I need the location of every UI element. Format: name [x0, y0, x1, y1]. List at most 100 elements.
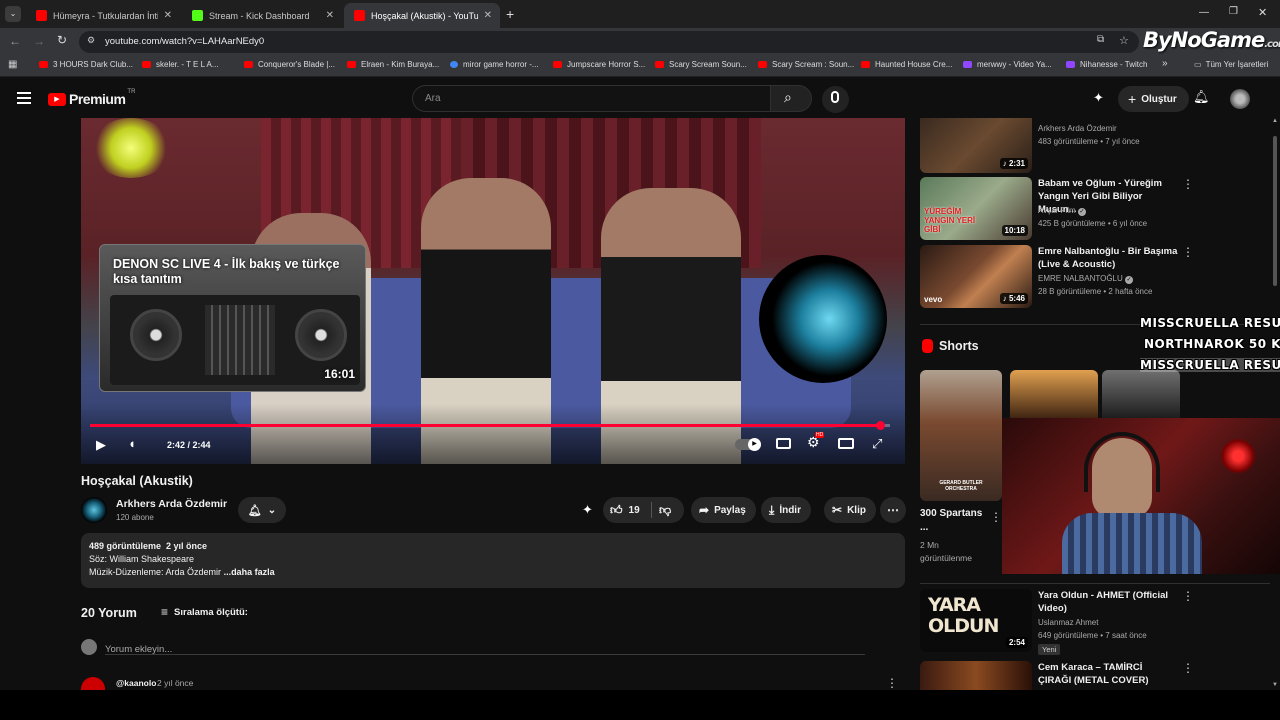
- video-options-icon[interactable]: ⋮: [1182, 177, 1194, 191]
- comment-author[interactable]: @kaanolo: [116, 678, 156, 688]
- browser-toolbar: ← → ↻ ⚙ youtube.com/watch?v=LAHAarNEdy0 …: [0, 28, 1280, 56]
- settings-gear-icon[interactable]: ⚙ HD: [807, 432, 825, 451]
- bookmark-star-icon[interactable]: ☆: [1119, 34, 1129, 47]
- scroll-down-arrow-icon[interactable]: ▼: [1272, 682, 1278, 688]
- close-tab-icon[interactable]: ✕: [326, 10, 334, 21]
- bookmark-item[interactable]: merwwy - Video Ya...: [963, 60, 1052, 69]
- minimize-window-icon[interactable]: —: [1199, 7, 1209, 18]
- subscribe-bell-button[interactable]: 🔔︎ ⌄: [238, 497, 286, 523]
- subtitles-icon[interactable]: [776, 438, 791, 449]
- bookmark-item[interactable]: Jumpscare Horror S...: [553, 60, 645, 69]
- volume-icon[interactable]: ◖: [128, 436, 136, 451]
- install-app-icon[interactable]: ⧉: [1097, 34, 1104, 45]
- show-more-link[interactable]: ...daha fazla: [224, 567, 275, 577]
- apps-grid-icon[interactable]: ▦: [8, 59, 17, 70]
- new-badge: Yeni: [1038, 644, 1061, 655]
- bookmark-item[interactable]: skeler. - T E L A...: [142, 60, 219, 69]
- comment-options-icon[interactable]: ⋮: [886, 676, 898, 690]
- bookmark-item[interactable]: Elraen - Kim Buraya...: [347, 60, 439, 69]
- bookmark-item[interactable]: miror game horror -...: [450, 60, 539, 69]
- close-tab-icon[interactable]: ✕: [484, 10, 492, 21]
- fullscreen-icon[interactable]: ⤢: [872, 436, 882, 452]
- more-actions-button[interactable]: ⋯: [880, 497, 906, 523]
- scroll-up-arrow-icon[interactable]: ▲: [1272, 118, 1278, 124]
- scissors-icon: ✂: [832, 503, 843, 517]
- stream-alert-2: NORTHNAROK 50 KICKS: [1144, 337, 1280, 351]
- video-duration: ♪ 2:31: [999, 158, 1028, 169]
- more-bookmarks-chevron[interactable]: »: [1162, 58, 1168, 69]
- play-button[interactable]: ▶: [96, 437, 106, 453]
- bookmark-item[interactable]: Nihanesse - Twitch: [1066, 60, 1147, 69]
- clip-button[interactable]: ✂ Klip: [824, 497, 876, 523]
- related-video[interactable]: ♪ 2:31 Arkhers Arda Özdemir 483 görüntül…: [920, 118, 1280, 174]
- address-field[interactable]: ⚙ youtube.com/watch?v=LAHAarNEdy0 ⧉ ☆: [79, 31, 1139, 53]
- video-player[interactable]: DENON SC LIVE 4 - İlk bakış ve türkçe kı…: [81, 118, 905, 464]
- share-button[interactable]: ➦ Paylaş: [691, 497, 756, 523]
- tab-title: Stream - Kick Dashboard: [209, 10, 310, 21]
- new-tab-button[interactable]: +: [506, 6, 514, 22]
- youtube-logo[interactable]: ▶ Premium TR: [48, 89, 135, 107]
- site-info-icon[interactable]: ⚙: [87, 35, 95, 46]
- account-avatar[interactable]: [1230, 89, 1250, 109]
- bookmark-item[interactable]: 3 HOURS Dark Club...: [39, 60, 133, 69]
- endscreen-channel-avatar[interactable]: [759, 255, 887, 383]
- bookmark-item[interactable]: Conqueror's Blade |...: [244, 60, 335, 69]
- bookmarks-bar: ▦ 3 HOURS Dark Club... skeler. - T E L A…: [0, 56, 1280, 77]
- short-card[interactable]: GERARD BUTLER ORCHESTRA 300 Spartans ...…: [920, 370, 1002, 570]
- video-options-icon[interactable]: ⋮: [1182, 589, 1194, 603]
- browser-tab[interactable]: Hümeyra - Tutkulardan İntihar ✕: [26, 3, 180, 28]
- voice-search-button[interactable]: [822, 86, 849, 113]
- reload-icon[interactable]: ↻: [57, 33, 67, 47]
- tab-search-dropdown[interactable]: ⌄: [5, 6, 21, 22]
- scrollbar-thumb[interactable]: [1273, 136, 1277, 286]
- related-video[interactable]: YÜREĞİM YANGIN YERİ GİBİ 10:18 Babam ve …: [920, 177, 1280, 241]
- download-button[interactable]: ⤓ İndir: [761, 497, 811, 523]
- all-bookmarks-folder[interactable]: ▭ Tüm Yer İşaretleri: [1194, 60, 1268, 69]
- share-arrow-icon: ➦: [699, 503, 710, 517]
- progress-bar[interactable]: [90, 421, 890, 430]
- channel-name[interactable]: Arkhers Arda Özdemir: [116, 498, 227, 510]
- sort-button[interactable]: ≡ Sıralama ölçütü:: [161, 605, 248, 619]
- browser-tab[interactable]: Stream - Kick Dashboard ✕: [182, 3, 342, 28]
- vevo-logo: vevo: [924, 295, 943, 304]
- like-button[interactable]: 👍︎ 19: [610, 503, 640, 518]
- bookmark-item[interactable]: Scary Scream : Soun...: [758, 60, 854, 69]
- notifications-bell-icon[interactable]: 🔔︎: [1193, 89, 1210, 105]
- hd-badge: HD: [815, 432, 825, 438]
- related-video[interactable]: YARA OLDUN 2:54 Yara Oldun - AHMET (Offi…: [920, 589, 1280, 655]
- browser-tab-active[interactable]: Hoşçakal (Akustik) - YouTube ✕: [344, 3, 500, 28]
- description-box[interactable]: 489 görüntüleme 2 yıl önce Söz: William …: [81, 533, 905, 588]
- premium-badge-icon[interactable]: ✦: [1093, 90, 1104, 106]
- channel-avatar[interactable]: [81, 497, 107, 523]
- close-tab-icon[interactable]: ✕: [164, 10, 172, 21]
- back-icon[interactable]: ←: [9, 34, 21, 48]
- bookmark-item[interactable]: Haunted House Cre...: [861, 60, 952, 69]
- theater-mode-icon[interactable]: [838, 438, 854, 449]
- video-options-icon[interactable]: ⋮: [1182, 245, 1194, 259]
- short-thumbnail-2[interactable]: [1010, 370, 1098, 420]
- page-scrollbar[interactable]: ▲ ▼: [1272, 118, 1278, 688]
- search-button[interactable]: ⌕: [770, 85, 812, 112]
- endscreen-video-card[interactable]: DENON SC LIVE 4 - İlk bakış ve türkçe kı…: [99, 244, 366, 392]
- video-options-icon[interactable]: ⋮: [1182, 661, 1194, 675]
- short-thumbnail-3[interactable]: [1102, 370, 1180, 420]
- short-options-icon[interactable]: ⋮: [990, 510, 1002, 524]
- restore-window-icon[interactable]: ❐: [1229, 6, 1238, 17]
- short-thumbnail-caption: GERARD BUTLER ORCHESTRA: [939, 480, 983, 492]
- close-window-icon[interactable]: ✕: [1258, 6, 1267, 19]
- comment-input[interactable]: Yorum ekleyin...: [105, 639, 865, 655]
- bookmark-item[interactable]: Scary Scream Soun...: [655, 60, 747, 69]
- create-button[interactable]: + Oluştur: [1118, 86, 1189, 112]
- forward-icon[interactable]: →: [33, 34, 45, 48]
- hamburger-menu-icon[interactable]: [17, 92, 31, 104]
- premium-sparkle-icon[interactable]: ✦: [582, 502, 593, 518]
- comment-time: 2 yıl önce: [157, 678, 194, 688]
- search-input[interactable]: Ara: [412, 85, 770, 112]
- related-video[interactable]: vevo ♪ 5:46 Emre Nalbantoğlu - Bir Başım…: [920, 245, 1280, 309]
- download-label: İndir: [779, 504, 801, 516]
- create-label: Oluştur: [1141, 93, 1177, 105]
- taskbar-strip: [0, 690, 1280, 720]
- related-video[interactable]: Cem Karaca – TAMİRCİ ÇIRAĞI (METAL COVER…: [920, 661, 1280, 691]
- autoplay-toggle-icon[interactable]: ▶: [735, 438, 761, 451]
- dislike-button[interactable]: 👎︎: [659, 503, 671, 518]
